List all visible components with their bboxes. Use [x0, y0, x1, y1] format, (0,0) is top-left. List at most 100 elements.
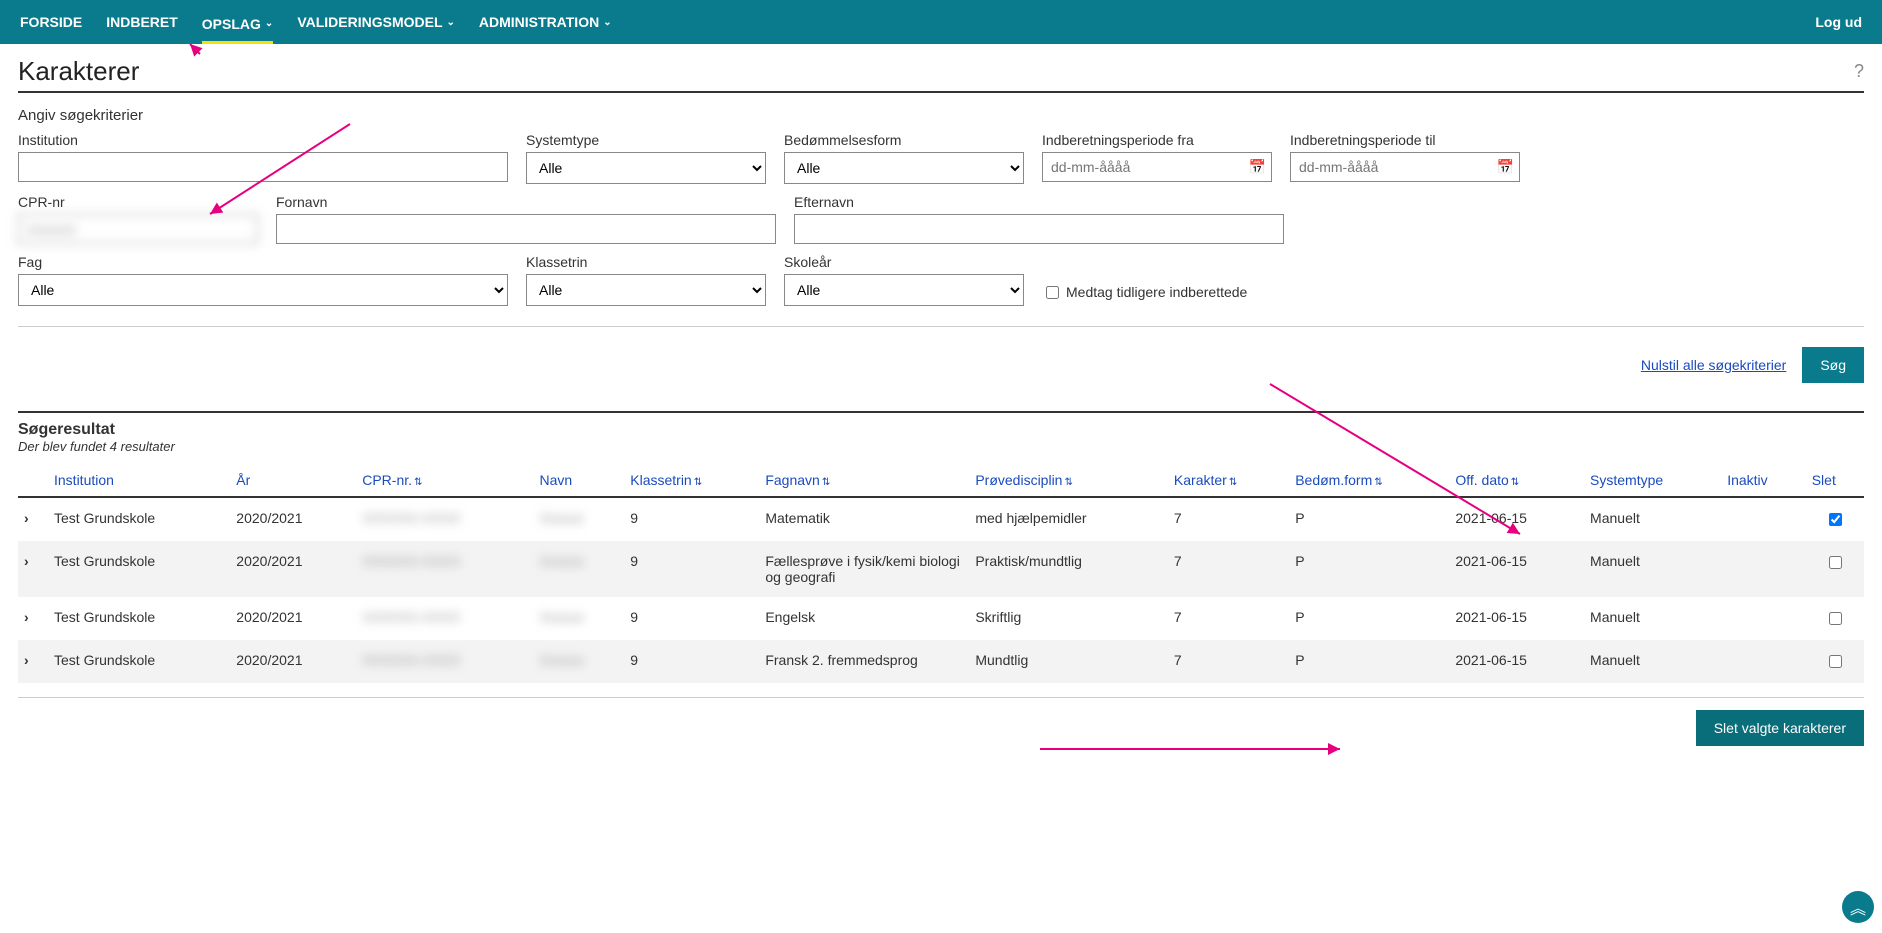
table-row: › Test Grundskole 2020/2021 XXXXXX-XXXX … [18, 541, 1864, 597]
cpr-input[interactable] [18, 214, 258, 244]
th-navn[interactable]: Navn [534, 464, 625, 497]
nav-administration[interactable]: ADMINISTRATION⌄ [479, 2, 612, 42]
cell-aar: 2020/2021 [230, 640, 356, 683]
bedom-select[interactable]: Alle [784, 152, 1024, 184]
cell-prove: med hjælpemidler [969, 497, 1168, 541]
cell-navn: Xxxxxx [534, 541, 625, 597]
institution-input[interactable] [18, 152, 508, 182]
cell-cpr: XXXXXX-XXXX [356, 597, 533, 640]
scroll-to-top-button[interactable]: ︽ [1842, 891, 1874, 923]
cell-navn: Xxxxxx [534, 497, 625, 541]
cell-klassetrin: 9 [624, 640, 759, 683]
systemtype-select[interactable]: Alle [526, 152, 766, 184]
page-title: Karakterer [18, 56, 139, 87]
cell-offdato: 2021-06-15 [1449, 640, 1584, 683]
periode-fra-label: Indberetningsperiode fra [1042, 132, 1272, 148]
klassetrin-label: Klassetrin [526, 254, 766, 270]
cell-systemtype: Manuelt [1584, 541, 1721, 597]
cpr-label: CPR-nr [18, 194, 258, 210]
periode-fra-input[interactable] [1042, 152, 1272, 182]
bedom-label: Bedømmelsesform [784, 132, 1024, 148]
cell-bedom: P [1289, 597, 1449, 640]
cell-fagnavn: Engelsk [759, 597, 969, 640]
chevron-down-icon: ⌄ [603, 17, 611, 28]
table-row: › Test Grundskole 2020/2021 XXXXXX-XXXX … [18, 640, 1864, 683]
cell-inaktiv [1721, 497, 1806, 541]
sort-icon: ⇅ [694, 477, 702, 488]
cell-institution: Test Grundskole [48, 541, 230, 597]
klassetrin-select[interactable]: Alle [526, 274, 766, 306]
th-cpr[interactable]: CPR-nr.⇅ [356, 464, 533, 497]
table-row: › Test Grundskole 2020/2021 XXXXXX-XXXX … [18, 597, 1864, 640]
cell-institution: Test Grundskole [48, 497, 230, 541]
fornavn-input[interactable] [276, 214, 776, 244]
top-nav: FORSIDE INDBERET OPSLAG⌄ VALIDERINGSMODE… [0, 0, 1882, 44]
sort-icon: ⇅ [1374, 477, 1382, 488]
cell-navn: Xxxxxx [534, 640, 625, 683]
search-button[interactable]: Søg [1802, 347, 1864, 383]
medtag-checkbox[interactable] [1046, 286, 1059, 299]
fag-label: Fag [18, 254, 508, 270]
medtag-checkbox-wrap[interactable]: Medtag tidligere indberettede [1042, 278, 1247, 306]
slet-checkbox[interactable] [1829, 612, 1842, 625]
expand-row-icon[interactable]: › [18, 640, 48, 683]
th-offdato[interactable]: Off. dato⇅ [1449, 464, 1584, 497]
cell-klassetrin: 9 [624, 497, 759, 541]
nav-valideringsmodel[interactable]: VALIDERINGSMODEL⌄ [297, 2, 455, 42]
help-icon[interactable]: ? [1854, 61, 1864, 82]
expand-row-icon[interactable]: › [18, 497, 48, 541]
cell-cpr: XXXXXX-XXXX [356, 541, 533, 597]
expand-row-icon[interactable]: › [18, 541, 48, 597]
cell-cpr: XXXXXX-XXXX [356, 640, 533, 683]
cell-karakter: 7 [1168, 597, 1289, 640]
th-slet[interactable]: Slet [1806, 464, 1864, 497]
sort-icon: ⇅ [1229, 477, 1237, 488]
cell-prove: Praktisk/mundtlig [969, 541, 1168, 597]
cell-fagnavn: Fællesprøve i fysik/kemi biologi og geog… [759, 541, 969, 597]
cell-offdato: 2021-06-15 [1449, 497, 1584, 541]
cell-systemtype: Manuelt [1584, 597, 1721, 640]
skoleaar-select[interactable]: Alle [784, 274, 1024, 306]
nav-opslag[interactable]: OPSLAG⌄ [202, 4, 274, 44]
chevron-down-icon: ⌄ [447, 17, 455, 28]
cell-prove: Skriftlig [969, 597, 1168, 640]
cell-inaktiv [1721, 597, 1806, 640]
fag-select[interactable]: Alle [18, 274, 508, 306]
table-row: › Test Grundskole 2020/2021 XXXXXX-XXXX … [18, 497, 1864, 541]
th-karakter[interactable]: Karakter⇅ [1168, 464, 1289, 497]
slet-checkbox[interactable] [1829, 655, 1842, 668]
slet-checkbox[interactable] [1829, 513, 1842, 526]
periode-til-input[interactable] [1290, 152, 1520, 182]
th-bedom[interactable]: Bedøm.form⇅ [1289, 464, 1449, 497]
logout-link[interactable]: Log ud [1815, 14, 1862, 30]
sort-icon: ⇅ [1511, 477, 1519, 488]
th-systemtype[interactable]: Systemtype [1584, 464, 1721, 497]
cell-systemtype: Manuelt [1584, 640, 1721, 683]
delete-selected-button[interactable]: Slet valgte karakterer [1696, 710, 1864, 746]
cell-inaktiv [1721, 541, 1806, 597]
expand-row-icon[interactable]: › [18, 597, 48, 640]
cell-offdato: 2021-06-15 [1449, 597, 1584, 640]
nav-indberet[interactable]: INDBERET [106, 2, 178, 42]
cell-fagnavn: Matematik [759, 497, 969, 541]
th-aar[interactable]: År [230, 464, 356, 497]
cell-karakter: 7 [1168, 497, 1289, 541]
cell-bedom: P [1289, 640, 1449, 683]
results-table: Institution År CPR-nr.⇅ Navn Klassetrin⇅… [18, 464, 1864, 683]
cell-systemtype: Manuelt [1584, 497, 1721, 541]
th-prove[interactable]: Prøvedisciplin⇅ [969, 464, 1168, 497]
cell-offdato: 2021-06-15 [1449, 541, 1584, 597]
institution-label: Institution [18, 132, 508, 148]
efternavn-input[interactable] [794, 214, 1284, 244]
sort-icon: ⇅ [822, 477, 830, 488]
cell-institution: Test Grundskole [48, 640, 230, 683]
cell-bedom: P [1289, 541, 1449, 597]
periode-til-label: Indberetningsperiode til [1290, 132, 1520, 148]
th-klassetrin[interactable]: Klassetrin⇅ [624, 464, 759, 497]
th-fagnavn[interactable]: Fagnavn⇅ [759, 464, 969, 497]
slet-checkbox[interactable] [1829, 556, 1842, 569]
th-inaktiv[interactable]: Inaktiv [1721, 464, 1806, 497]
nav-forside[interactable]: FORSIDE [20, 2, 82, 42]
th-institution[interactable]: Institution [48, 464, 230, 497]
reset-criteria-link[interactable]: Nulstil alle søgekriterier [1641, 357, 1786, 373]
